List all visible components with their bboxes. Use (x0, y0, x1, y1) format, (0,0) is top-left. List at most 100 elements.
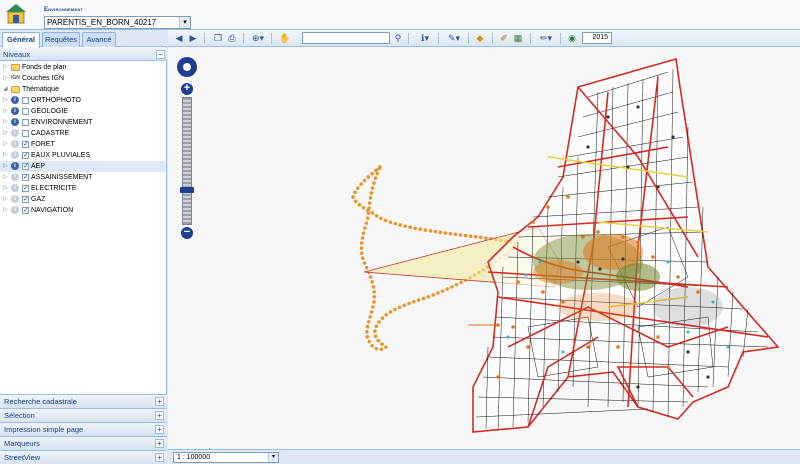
left-panel: Général Requêtes Avancé Niveaux − ▷ Fond… (0, 30, 167, 464)
expand-arrow-icon[interactable]: ▷ (3, 161, 8, 172)
section-selection[interactable]: Sélection + (0, 408, 167, 422)
expand-arrow-icon[interactable]: ▷ (3, 139, 8, 150)
chevron-down-icon[interactable]: ▾ (268, 453, 278, 462)
zoom-slider-thumb[interactable] (180, 187, 194, 193)
section-streetview[interactable]: StreetView + (0, 450, 167, 464)
info-icon[interactable]: i (11, 129, 19, 137)
info-icon[interactable]: i (11, 151, 19, 159)
section-marqueurs[interactable]: Marqueurs + (0, 436, 167, 450)
draw-icon[interactable]: ✏▾ (536, 32, 556, 44)
measure-icon[interactable]: ✎▾ (444, 32, 464, 44)
info-icon[interactable]: i (11, 195, 19, 203)
tab-requetes[interactable]: Requêtes (42, 32, 80, 47)
zoom-out-button[interactable]: − (181, 227, 193, 239)
layer-checkbox-checked[interactable]: ✓ (22, 196, 29, 203)
layer-gaz[interactable]: ▷ i ✓ GAZ (0, 194, 166, 205)
layer-aep[interactable]: ▷ i ✓ AEP (0, 161, 166, 172)
layer-electricite[interactable]: ▷ i ✓ ELECTRICITE (0, 183, 166, 194)
layer-geologie[interactable]: ▷ i GEOLOGIE (0, 106, 166, 117)
expand-arrow-icon[interactable]: ▷ (3, 205, 8, 216)
photo-icon[interactable]: ◉ (566, 32, 578, 44)
expand-arrow-icon[interactable]: ▷ (3, 172, 8, 183)
map-canvas[interactable]: + − (168, 47, 800, 449)
expand-arrow-icon[interactable]: ▷ (3, 194, 8, 205)
section-recherche-cadastrale[interactable]: Recherche cadastrale + (0, 394, 167, 408)
info-icon[interactable]: i (11, 118, 19, 126)
layer-assainissement[interactable]: ▷ i ✓ ASSAINISSEMENT (0, 172, 166, 183)
layer-environnement[interactable]: ▷ i ENVIRONNEMENT (0, 117, 166, 128)
layer-orthophoto[interactable]: ▷ i ORTHOPHOTO (0, 95, 166, 106)
year-field[interactable]: 2015 (582, 32, 612, 44)
paint-icon[interactable]: ✐ (498, 32, 510, 44)
expand-plus-icon[interactable]: + (155, 411, 164, 420)
tree-item-fonds-de-plan[interactable]: ▷ Fonds de plan (0, 62, 166, 73)
layer-checkbox[interactable] (22, 97, 29, 104)
tree-item-couches-ign[interactable]: ▷ IGN Couches IGN (0, 73, 166, 84)
toolbar-separator (492, 33, 493, 44)
collapse-icon[interactable]: − (156, 50, 165, 59)
section-label: StreetView (4, 453, 41, 462)
tab-avance[interactable]: Avancé (82, 32, 116, 47)
levels-header[interactable]: Niveaux − (0, 48, 167, 61)
scale-select[interactable]: 1 : 100000 ▾ (173, 452, 279, 463)
layer-checkbox-checked[interactable]: ✓ (22, 207, 29, 214)
expand-arrow-icon[interactable]: ▷ (3, 128, 8, 139)
pan-hand-icon[interactable]: ✋ (278, 32, 292, 44)
expand-arrow-icon[interactable]: ▷ (3, 150, 8, 161)
expand-plus-icon[interactable]: + (155, 453, 164, 462)
section-label: Recherche cadastrale (4, 397, 77, 406)
layer-eaux-pluviales[interactable]: ▷ i ✓ EAUX PLUVIALES (0, 150, 166, 161)
expand-plus-icon[interactable]: + (155, 397, 164, 406)
layer-checkbox[interactable] (22, 108, 29, 115)
copy-icon[interactable]: ❐ (212, 32, 224, 44)
info-icon[interactable]: i (11, 107, 19, 115)
tree-item-label: Couches IGN (22, 75, 65, 82)
expand-arrow-icon[interactable]: ▷ (3, 73, 8, 84)
chevron-down-icon[interactable]: ▾ (179, 17, 190, 28)
section-impression[interactable]: Impression simple page + (0, 422, 167, 436)
expand-arrow-icon[interactable]: ▷ (3, 62, 8, 73)
app-logo-icon (6, 4, 26, 24)
expand-arrow-icon[interactable]: ▷ (3, 95, 8, 106)
layer-foret[interactable]: ▷ i ✓ FORET (0, 139, 166, 150)
expand-arrow-icon[interactable]: ▷ (3, 117, 8, 128)
map-drawing (351, 57, 780, 433)
zoom-slider-track[interactable] (182, 97, 192, 225)
info-tool-icon[interactable]: ℹ▾ (416, 32, 434, 44)
expand-plus-icon[interactable]: + (155, 439, 164, 448)
layers-icon[interactable]: ▦ (512, 32, 524, 44)
expand-plus-icon[interactable]: + (155, 425, 164, 434)
pan-control[interactable] (177, 57, 197, 77)
search-icon[interactable]: ⚲ (392, 32, 404, 44)
layer-checkbox[interactable] (22, 130, 29, 137)
search-input[interactable] (302, 32, 390, 44)
layer-checkbox-checked[interactable]: ✓ (22, 174, 29, 181)
layer-label: GEOLOGIE (31, 108, 68, 115)
print-icon[interactable]: ⎙ (226, 32, 238, 44)
back-icon[interactable]: ◀ (174, 32, 184, 44)
zoom-in-button[interactable]: + (181, 83, 193, 95)
layer-checkbox-checked[interactable]: ✓ (22, 152, 29, 159)
toolbar-separator (204, 33, 205, 44)
layer-navigation[interactable]: ▷ i ✓ NAVIGATION (0, 205, 166, 216)
tree-item-thematique[interactable]: ◢ Thématique (0, 84, 166, 95)
info-icon[interactable]: i (11, 162, 19, 170)
info-icon[interactable]: i (11, 140, 19, 148)
layer-cadastre[interactable]: ▷ i CADASTRE (0, 128, 166, 139)
info-icon[interactable]: i (11, 96, 19, 104)
forward-icon[interactable]: ▶ (188, 32, 198, 44)
warning-icon[interactable]: ◆ (474, 32, 486, 44)
expand-arrow-icon[interactable]: ▷ (3, 106, 8, 117)
info-icon[interactable]: i (11, 173, 19, 181)
environment-select[interactable]: PARENTIS_EN_BORN_40217 ▾ (44, 16, 191, 29)
tab-general[interactable]: Général (2, 32, 40, 48)
layer-checkbox[interactable] (22, 119, 29, 126)
info-icon[interactable]: i (11, 184, 19, 192)
zoom-icon[interactable]: ⊕▾ (249, 32, 267, 44)
layer-checkbox-checked[interactable]: ✓ (22, 185, 29, 192)
layer-checkbox-checked[interactable]: ✓ (22, 163, 29, 170)
layer-checkbox-checked[interactable]: ✓ (22, 141, 29, 148)
expand-arrow-icon[interactable]: ◢ (3, 84, 8, 95)
expand-arrow-icon[interactable]: ▷ (3, 183, 8, 194)
info-icon[interactable]: i (11, 206, 19, 214)
